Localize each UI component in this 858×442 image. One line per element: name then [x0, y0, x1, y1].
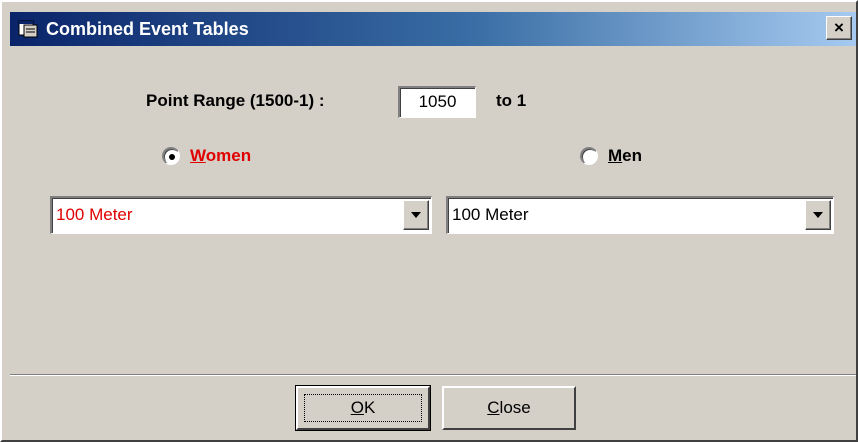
point-range-suffix: to 1 — [496, 91, 527, 110]
women-radio-button[interactable] — [162, 147, 180, 165]
radio-selected-dot — [168, 153, 175, 160]
point-range-value: 1050 — [418, 92, 457, 111]
women-event-select[interactable]: 100 Meter — [50, 196, 432, 234]
point-range-label: Point Range (1500-1) : — [146, 91, 325, 110]
close-button-label: Close — [487, 398, 531, 417]
app-window-icon — [16, 17, 40, 41]
men-radio[interactable]: Men — [580, 146, 642, 166]
men-radio-label: Men — [608, 146, 643, 165]
combined-event-tables-dialog: Combined Event Tables × Point Range (150… — [0, 0, 858, 442]
men-radio-button[interactable] — [580, 147, 598, 165]
chevron-down-icon — [813, 212, 823, 218]
women-radio-label: Women — [190, 146, 252, 165]
women-event-value: 100 Meter — [56, 205, 133, 224]
title-bar[interactable]: Combined Event Tables × — [10, 12, 856, 46]
chevron-down-icon — [411, 212, 421, 218]
ok-button-label: OK — [350, 398, 376, 417]
close-window-button[interactable]: × — [826, 16, 852, 40]
point-range-input[interactable]: 1050 — [398, 86, 476, 118]
men-event-value: 100 Meter — [452, 205, 529, 224]
close-button[interactable]: Close — [442, 386, 576, 430]
women-radio[interactable]: Women — [162, 146, 251, 166]
window-title: Combined Event Tables — [46, 18, 249, 39]
close-icon: × — [834, 18, 844, 37]
men-event-select[interactable]: 100 Meter — [446, 196, 834, 234]
men-event-dropdown-button[interactable] — [805, 200, 831, 230]
women-event-dropdown-button[interactable] — [403, 200, 429, 230]
footer-separator — [10, 374, 856, 376]
ok-button[interactable]: OK — [295, 385, 431, 431]
